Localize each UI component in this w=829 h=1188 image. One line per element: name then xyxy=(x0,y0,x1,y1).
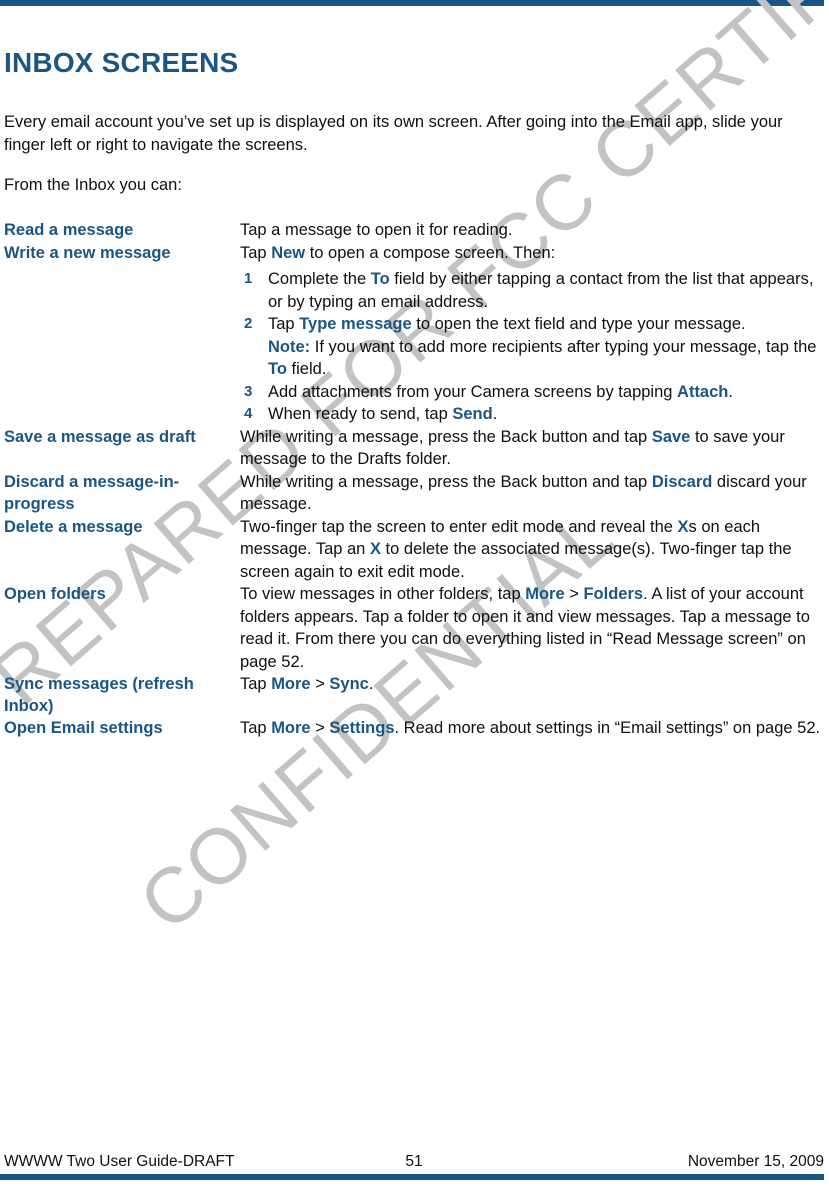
table-row: Delete a message Two-finger tap the scre… xyxy=(4,516,824,584)
compose-steps-list: 1 Complete the To field by either tapping… xyxy=(240,268,824,426)
page-footer: WWWW Two User Guide-DRAFT 51 November 15… xyxy=(4,1153,824,1173)
action-x-2: X xyxy=(369,540,381,558)
term-save-a-message-as-draft: Save a message as draft xyxy=(4,427,196,446)
desc-post: . xyxy=(368,675,374,693)
table-row: Discard a message-in-progress While writ… xyxy=(4,471,824,516)
note-label: Note: xyxy=(268,337,311,356)
desc-pre: Tap xyxy=(240,675,272,693)
intro-paragraph-2: From the Inbox you can: xyxy=(4,176,182,194)
field-to: To xyxy=(268,360,287,378)
step-pre: When ready to send, tap xyxy=(268,405,453,423)
desc-open-email-settings: Tap More > Settings. Read more about set… xyxy=(240,717,824,740)
step-post: . xyxy=(492,405,498,423)
list-item: 2 Tap Type message to open the text field… xyxy=(240,313,824,381)
lead-pre: Tap xyxy=(240,243,272,262)
document-page: PREPARED FOR FCC CERTIFICATION CONFIDENT… xyxy=(0,0,829,1188)
step-pre: Complete the xyxy=(268,270,371,288)
step-post: to open the text field and type your mes… xyxy=(411,315,746,333)
table-row: Open Email settings Tap More > Settings.… xyxy=(4,717,824,740)
term-delete-a-message: Delete a message xyxy=(4,517,143,536)
term-discard-a-message-in-progress: Discard a message-in-progress xyxy=(4,472,180,513)
field-type-message: Type message xyxy=(299,315,412,333)
desc-sync-messages: Tap More > Sync. xyxy=(240,673,824,717)
desc-save-a-message-as-draft: While writing a message, press the Back … xyxy=(240,426,824,471)
footer-rule xyxy=(0,1174,824,1180)
table-row: Read a message Tap a message to open it … xyxy=(4,219,824,242)
table-row: Save a message as draft While writing a … xyxy=(4,426,824,471)
desc-pre: To view messages in other folders, tap xyxy=(240,585,526,603)
menu-separator: > xyxy=(310,675,330,693)
desc-delete-a-message: Two-finger tap the screen to enter edit … xyxy=(240,516,824,584)
desc-post: . Read more about settings in “Email set… xyxy=(394,719,821,737)
inbox-actions-table: Read a message Tap a message to open it … xyxy=(4,219,824,740)
lead-post: to open a compose screen. Then: xyxy=(305,243,556,262)
note-post: field. xyxy=(286,360,327,378)
term-sync-messages: Sync messages (refresh Inbox) xyxy=(4,675,194,715)
footer-date: November 15, 2009 xyxy=(687,1153,824,1170)
desc-text: Tap a message to open it for reading. xyxy=(240,221,513,239)
table-row: Open folders To view messages in other f… xyxy=(4,583,824,673)
step-number: 4 xyxy=(244,405,253,422)
step-note: Note: If you want to add more recipients… xyxy=(268,336,824,381)
desc-write-a-new-message: Tap New to open a compose screen. Then: … xyxy=(240,242,824,426)
desc-read-a-message: Tap a message to open it for reading. xyxy=(240,219,824,242)
action-send: Send xyxy=(452,405,493,423)
desc-pre: Tap xyxy=(240,719,272,737)
term-open-email-settings: Open Email settings xyxy=(4,719,163,737)
step-pre: Tap xyxy=(268,315,300,333)
list-item: 1 Complete the To field by either tapping… xyxy=(240,268,824,313)
menu-separator: > xyxy=(564,585,584,603)
action-save: Save xyxy=(651,427,691,446)
term-write-a-new-message: Write a new message xyxy=(4,243,171,262)
term-open-folders: Open folders xyxy=(4,585,106,603)
step-number: 1 xyxy=(244,270,253,287)
desc-discard-a-message-in-progress: While writing a message, press the Back … xyxy=(240,471,824,516)
desc-pre: While writing a message, press the Back … xyxy=(240,427,652,446)
list-item: 4 When ready to send, tap Send. xyxy=(240,403,824,426)
page-content: INBOX SCREENS Every email account you’ve… xyxy=(4,0,824,740)
desc-pre: While writing a message, press the Back … xyxy=(240,472,652,491)
menu-more: More xyxy=(525,585,565,603)
menu-separator: > xyxy=(310,719,330,737)
desc-part-1: Two-finger tap the screen to enter edit … xyxy=(240,517,678,536)
action-new: New xyxy=(271,243,306,262)
note-pre: If you want to add more recipients after… xyxy=(310,337,817,356)
menu-more: More xyxy=(271,719,311,737)
step-number: 3 xyxy=(244,382,253,400)
table-row: Sync messages (refresh Inbox) Tap More >… xyxy=(4,673,824,717)
field-to: To xyxy=(370,270,390,288)
list-item: 3 Add attachments from your Camera screen… xyxy=(240,381,824,404)
desc-open-folders: To view messages in other folders, tap M… xyxy=(240,583,824,673)
action-attach: Attach xyxy=(677,382,729,401)
table-row: Write a new message Tap New to open a co… xyxy=(4,242,824,426)
menu-settings: Settings xyxy=(329,719,395,737)
intro-paragraph-1: Every email account you’ve set up is dis… xyxy=(4,113,783,154)
page-title: INBOX SCREENS xyxy=(4,47,239,78)
term-read-a-message: Read a message xyxy=(4,221,134,239)
action-x-1: X xyxy=(677,517,689,536)
action-discard: Discard xyxy=(651,472,713,491)
menu-sync: Sync xyxy=(329,675,369,693)
menu-folders: Folders xyxy=(583,585,644,603)
menu-more: More xyxy=(271,675,311,693)
step-post: . xyxy=(728,382,733,401)
step-number: 2 xyxy=(244,315,253,332)
step-pre: Add attachments from your Camera screens… xyxy=(268,382,678,401)
